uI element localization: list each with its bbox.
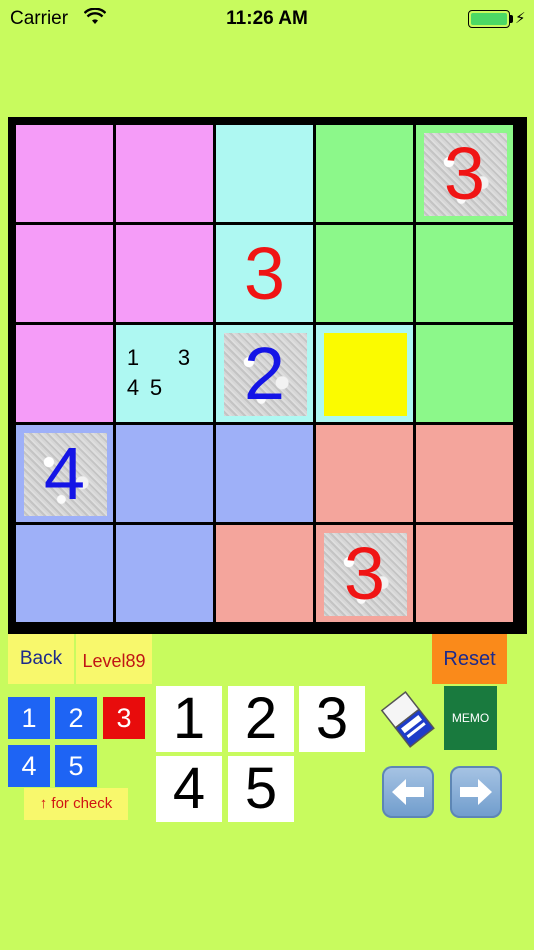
puzzle-board: 331345243: [8, 117, 527, 634]
board-cell[interactable]: [116, 225, 213, 322]
eraser-icon[interactable]: [378, 686, 438, 750]
status-bar: Carrier 11:26 AM ⚡: [0, 0, 534, 40]
cell-digit: 2: [243, 332, 286, 415]
board-cell[interactable]: [16, 325, 113, 422]
board-cell[interactable]: 1 3 45: [116, 325, 213, 422]
board-cell[interactable]: [16, 525, 113, 622]
number-pad-5[interactable]: 5: [228, 756, 294, 822]
board-cell[interactable]: 3: [316, 525, 413, 622]
number-pad-4[interactable]: 4: [156, 756, 222, 822]
board-cell[interactable]: [16, 225, 113, 322]
right-arrow-icon[interactable]: [450, 766, 502, 818]
board-cell[interactable]: [316, 325, 413, 422]
board-cell[interactable]: [116, 425, 213, 522]
board-cell[interactable]: [116, 525, 213, 622]
board-cell[interactable]: [216, 525, 313, 622]
battery-tip: [510, 15, 513, 23]
number-pad-1[interactable]: 1: [156, 686, 222, 752]
check-hint: ↑ for check: [24, 788, 128, 820]
board-cell[interactable]: [316, 425, 413, 522]
board-cell[interactable]: [416, 525, 513, 622]
board-cell[interactable]: [216, 425, 313, 522]
cell-digit: 3: [243, 232, 286, 315]
cell-digit: 3: [343, 532, 386, 615]
cell-digit: 4: [43, 432, 86, 515]
back-button[interactable]: Back: [8, 634, 74, 684]
board-cell[interactable]: 3: [416, 125, 513, 222]
check-number-4[interactable]: 4: [8, 745, 50, 787]
check-number-2[interactable]: 2: [55, 697, 97, 739]
board-cell[interactable]: [116, 125, 213, 222]
check-number-5[interactable]: 5: [55, 745, 97, 787]
number-pad-3[interactable]: 3: [299, 686, 365, 752]
board-cell[interactable]: [416, 225, 513, 322]
board-cell[interactable]: [416, 325, 513, 422]
memo-digit: 4: [126, 375, 140, 400]
number-pad-2[interactable]: 2: [228, 686, 294, 752]
board-cell[interactable]: 2: [216, 325, 313, 422]
check-number-1[interactable]: 1: [8, 697, 50, 739]
board-cell[interactable]: [216, 125, 313, 222]
memo-digit: 5: [149, 375, 163, 400]
reset-button[interactable]: Reset: [432, 634, 507, 684]
board-cell[interactable]: [416, 425, 513, 522]
cell-digit: 3: [443, 132, 486, 215]
board-cell[interactable]: [16, 125, 113, 222]
charging-icon: ⚡: [515, 10, 526, 27]
board-cell[interactable]: [316, 125, 413, 222]
memo-digit: 3: [177, 345, 191, 370]
battery-icon: [468, 10, 510, 28]
board-cell[interactable]: [316, 225, 413, 322]
check-number-3[interactable]: 3: [103, 697, 145, 739]
clock: 11:26 AM: [226, 8, 308, 29]
left-arrow-icon[interactable]: [382, 766, 434, 818]
level-label: Level89: [76, 634, 152, 684]
memo-button[interactable]: MEMO: [444, 686, 497, 750]
board-cell[interactable]: 3: [216, 225, 313, 322]
board-cell[interactable]: 4: [16, 425, 113, 522]
selection-highlight: [324, 333, 407, 416]
memo-digit: 1: [126, 345, 140, 370]
